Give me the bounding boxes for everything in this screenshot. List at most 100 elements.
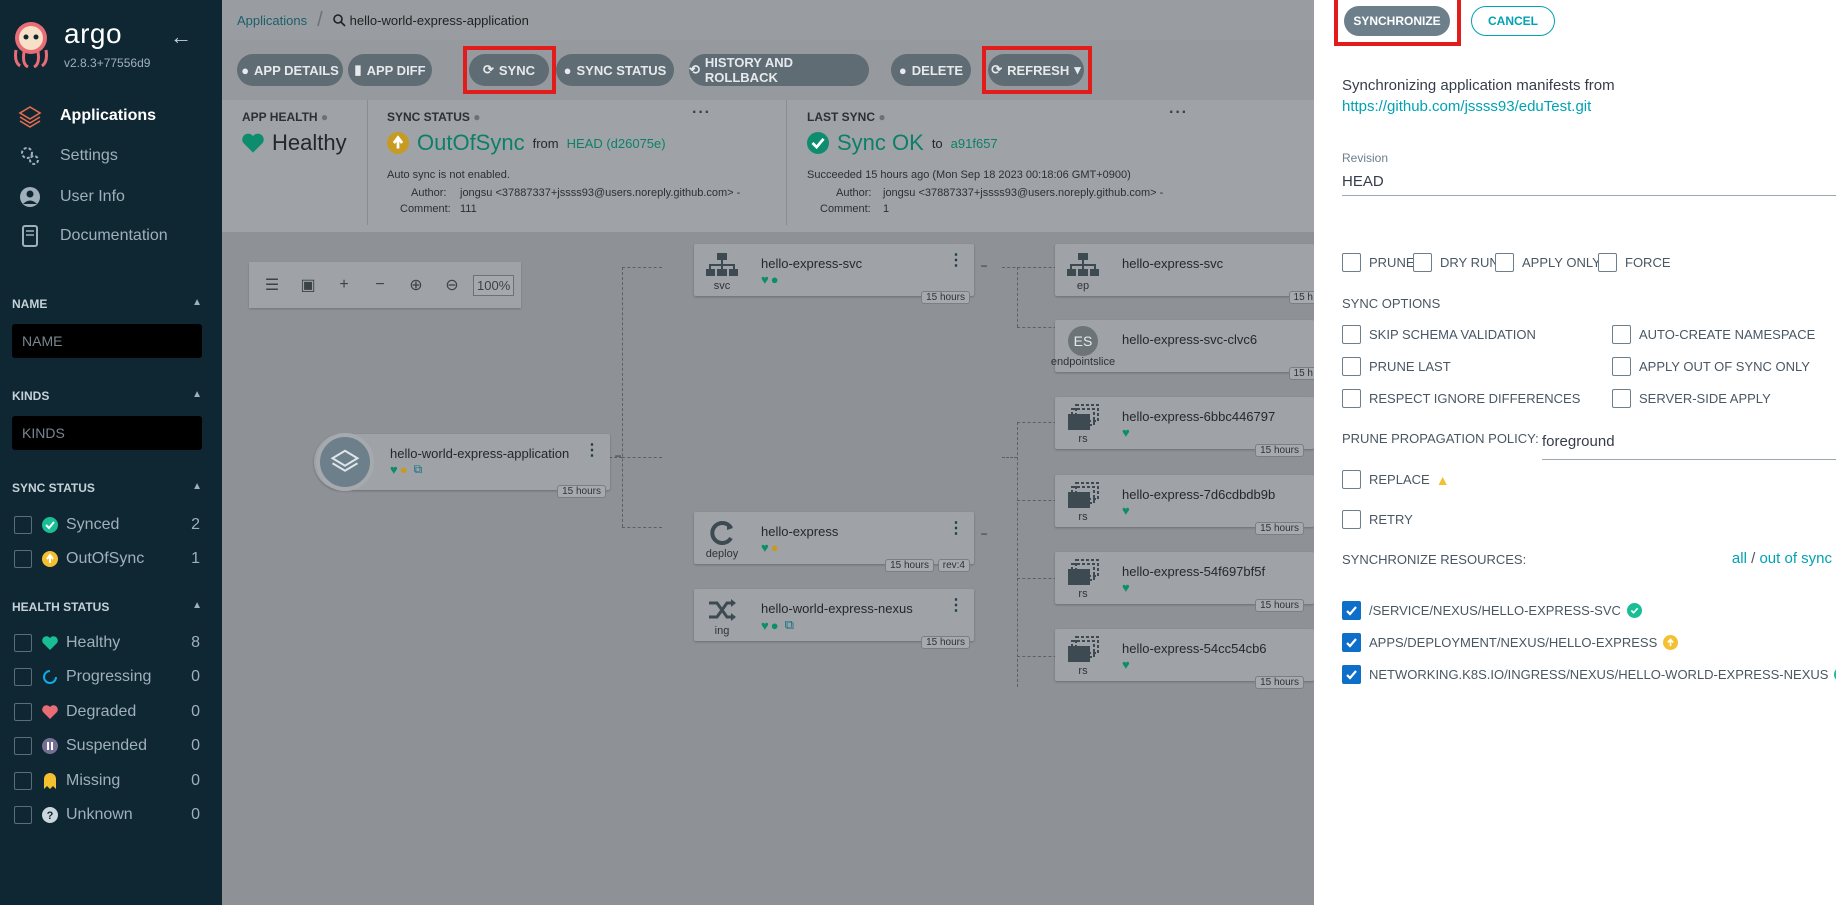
filter-kinds-header[interactable]: KINDS ▲ [12, 389, 202, 403]
nav-user-info[interactable]: User Info [18, 182, 125, 212]
checkbox[interactable] [14, 516, 32, 534]
filter-synced[interactable]: Synced 2 [14, 513, 200, 537]
checkbox[interactable] [1598, 253, 1617, 272]
zoom-level[interactable]: 100% [473, 274, 515, 296]
apply-out-of-sync-checkbox[interactable]: APPLY OUT OF SYNC ONLY [1612, 357, 1810, 376]
app-diff-button[interactable]: ▮ APP DIFF [348, 54, 432, 86]
kinds-filter-input[interactable] [12, 416, 202, 450]
fit-screen-icon[interactable]: ▣ [293, 270, 323, 300]
apply-only-checkbox[interactable]: APPLY ONLY [1495, 253, 1601, 272]
filter-unknown[interactable]: ? Unknown 0 [14, 803, 200, 827]
delete-button[interactable]: ● DELETE [891, 54, 971, 86]
filter-suspended[interactable]: Suspended 0 [14, 734, 200, 758]
help-icon[interactable]: ● [321, 110, 328, 124]
filter-health-header[interactable]: HEALTH STATUS ▲ [12, 600, 202, 614]
checkbox[interactable] [14, 806, 32, 824]
nav-applications[interactable]: Applications [18, 101, 156, 131]
checkbox[interactable] [1342, 510, 1361, 529]
collapse-icon[interactable]: − [978, 260, 990, 273]
filter-missing[interactable]: Missing 0 [14, 769, 200, 793]
checkbox[interactable] [14, 737, 32, 755]
svc-node[interactable]: svc hello-express-svc ♥ ● ⋮ 15 hours [694, 244, 974, 304]
select-all-link[interactable]: all [1732, 550, 1747, 567]
align-left-icon[interactable]: ☰ [257, 270, 287, 300]
replicaset-node[interactable]: rs hello-express-7d6cdbdb9b ♥ 15 hours [1055, 475, 1314, 535]
checkbox-checked[interactable] [1342, 665, 1361, 684]
zoom-out-icon[interactable]: ⊖ [437, 270, 467, 300]
revision-input[interactable] [1342, 168, 1836, 196]
resource-checkbox[interactable]: APPS/DEPLOYMENT/NEXUS/HELLO-EXPRESS [1342, 633, 1679, 652]
replicaset-node[interactable]: rs hello-express-6bbc446797 ♥ 15 hours [1055, 397, 1314, 457]
app-details-button[interactable]: ● APP DETAILS [237, 54, 343, 86]
filter-degraded[interactable]: Degraded 0 [14, 700, 200, 724]
app-node[interactable]: hello-world-express-application ♥ ● ⧉ ⋮ … [314, 433, 610, 498]
filter-outofsync[interactable]: OutOfSync 1 [14, 547, 200, 571]
auto-create-namespace-checkbox[interactable]: AUTO-CREATE NAMESPACE [1612, 325, 1815, 344]
select-out-of-sync-link[interactable]: out of sync [1759, 550, 1832, 567]
filter-sync-header[interactable]: SYNC STATUS ▲ [12, 481, 202, 495]
force-checkbox[interactable]: FORCE [1598, 253, 1671, 272]
checkbox[interactable] [1612, 325, 1631, 344]
node-menu-icon[interactable]: ⋮ [948, 253, 964, 269]
prune-last-checkbox[interactable]: PRUNE LAST [1342, 357, 1451, 376]
server-side-apply-checkbox[interactable]: SERVER-SIDE APPLY [1612, 389, 1771, 408]
checkbox[interactable] [1342, 389, 1361, 408]
deploy-node[interactable]: deploy hello-express ♥ ● ⋮ 15 hours rev:4 [694, 512, 974, 572]
nav-documentation[interactable]: Documentation [18, 221, 168, 251]
checkbox-checked[interactable] [1342, 601, 1361, 620]
checkbox[interactable] [1342, 357, 1361, 376]
dry-run-checkbox[interactable]: DRY RUN [1413, 253, 1499, 272]
sync-revision-link[interactable]: HEAD (d26075e) [567, 136, 666, 151]
respect-ignore-checkbox[interactable]: RESPECT IGNORE DIFFERENCES [1342, 389, 1580, 408]
checkbox[interactable] [1342, 253, 1361, 272]
node-menu-icon[interactable]: ⋮ [948, 598, 964, 614]
node-menu-icon[interactable]: ⋮ [584, 443, 600, 459]
external-link-icon[interactable]: ⧉ [785, 617, 794, 633]
checkbox[interactable] [1612, 389, 1631, 408]
replicaset-node[interactable]: rs hello-express-54f697bf5f ♥ 15 hours [1055, 552, 1314, 612]
replicaset-node[interactable]: rs hello-express-54cc54cb6 ♥ 15 hours [1055, 629, 1314, 689]
repo-url-link[interactable]: https://github.com/jssss93/eduTest.git [1342, 98, 1591, 115]
collapse-icon[interactable]: − [978, 528, 990, 541]
checkbox[interactable] [1342, 470, 1361, 489]
help-icon[interactable]: ● [878, 110, 885, 124]
sync-status-more-icon[interactable]: ··· [692, 104, 711, 122]
expand-plus-icon[interactable]: + [329, 270, 359, 300]
checkbox[interactable] [1495, 253, 1514, 272]
last-sync-more-icon[interactable]: ··· [1169, 104, 1188, 122]
last-sync-revision-link[interactable]: a91f657 [951, 136, 998, 151]
checkbox[interactable] [14, 668, 32, 686]
breadcrumb-applications[interactable]: Applications [237, 13, 307, 28]
breadcrumb-current[interactable]: hello-world-express-application [332, 13, 529, 28]
external-link-icon[interactable]: ⧉ [414, 462, 423, 477]
collapse-sidebar-icon[interactable]: ← [170, 24, 192, 50]
checkbox[interactable] [14, 772, 32, 790]
skip-schema-checkbox[interactable]: SKIP SCHEMA VALIDATION [1342, 325, 1536, 344]
checkbox[interactable] [14, 703, 32, 721]
collapse-icon[interactable]: − [612, 450, 624, 463]
endpointslice-node[interactable]: ES endpointslice hello-express-svc-clvc6… [1051, 320, 1318, 380]
sync-status-button[interactable]: ● SYNC STATUS [556, 54, 674, 86]
nav-settings[interactable]: Settings [18, 141, 118, 171]
replace-checkbox[interactable]: REPLACE ▲ [1342, 470, 1450, 489]
cancel-button[interactable]: CANCEL [1471, 6, 1555, 36]
retry-checkbox[interactable]: RETRY [1342, 510, 1413, 529]
zoom-in-icon[interactable]: ⊕ [401, 270, 431, 300]
checkbox[interactable] [1342, 325, 1361, 344]
checkbox[interactable] [1413, 253, 1432, 272]
filter-name-header[interactable]: NAME ▲ [12, 297, 202, 311]
resource-checkbox[interactable]: /SERVICE/NEXUS/HELLO-EXPRESS-SVC [1342, 601, 1642, 620]
checkbox[interactable] [1612, 357, 1631, 376]
node-menu-icon[interactable]: ⋮ [948, 521, 964, 537]
history-rollback-button[interactable]: ⟲ HISTORY AND ROLLBACK [689, 54, 869, 86]
endpoint-node[interactable]: ep hello-express-svc 15 h [1055, 244, 1318, 304]
help-icon[interactable]: ● [473, 110, 480, 124]
prune-checkbox[interactable]: PRUNE [1342, 253, 1415, 272]
filter-progressing[interactable]: Progressing 0 [14, 665, 200, 689]
ingress-node[interactable]: ing hello-world-express-nexus ♥ ● ⧉ ⋮ 15 h… [694, 589, 974, 649]
name-filter-input[interactable] [12, 324, 202, 358]
checkbox[interactable] [14, 634, 32, 652]
filter-healthy[interactable]: Healthy 8 [14, 631, 200, 655]
collapse-minus-icon[interactable]: − [365, 270, 395, 300]
checkbox-checked[interactable] [1342, 633, 1361, 652]
